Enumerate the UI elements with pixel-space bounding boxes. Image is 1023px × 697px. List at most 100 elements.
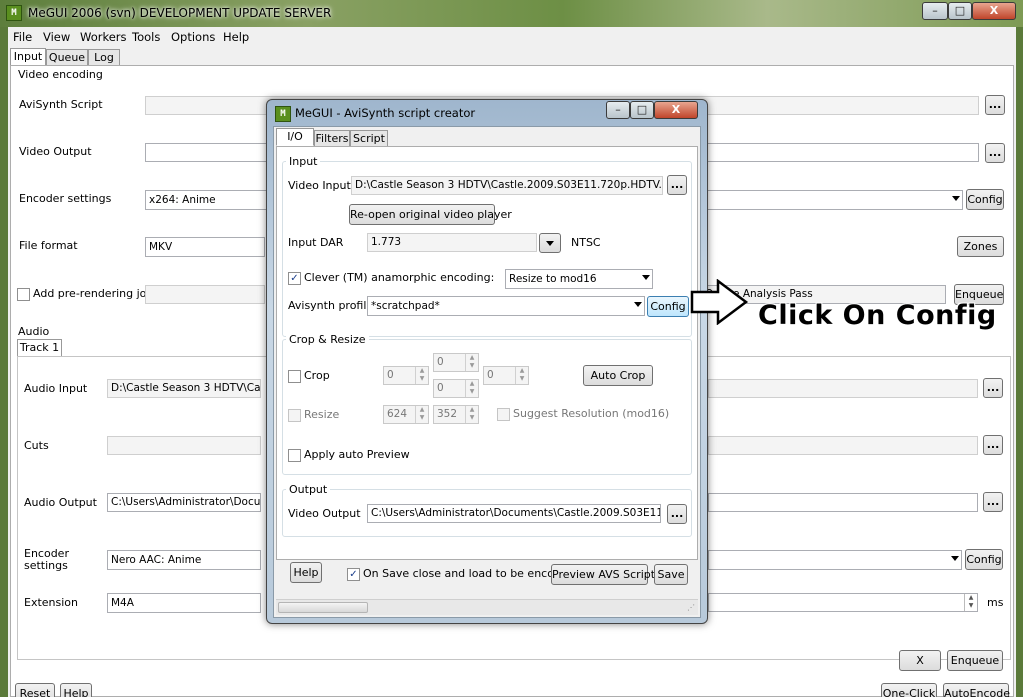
main-title-bar: M MeGUI 2006 (svn) DEVELOPMENT UPDATE SE… [0,0,1023,27]
apply-auto-preview-label: Apply auto Preview [304,448,410,461]
reopen-video-player-button[interactable]: Re-open original video player [349,204,512,225]
audio-input-browse-button[interactable]: ... [983,378,1003,398]
audio-input-field[interactable]: D:\Castle Season 3 HDTV\Castle.200 [107,379,261,398]
minimize-button[interactable]: – [922,2,948,20]
spin-arrows-icon[interactable]: ▲ ▼ [964,594,977,611]
menu-help[interactable]: Help [223,30,249,44]
audio-input-field-right[interactable] [708,379,978,398]
dialog-video-input-label: Video Input [288,179,351,192]
dialog-client: I/O Filters Script Input Video Input D:\… [273,126,701,618]
preview-avs-script-button[interactable]: Preview AVS Script [551,564,655,585]
input-dar-field[interactable]: 1.773 [367,233,537,252]
horizontal-scrollbar-thumb[interactable] [278,602,368,613]
chevron-down-icon [642,275,650,280]
menu-options[interactable]: Options [171,30,215,44]
maximize-button[interactable]: □ [948,2,972,20]
resize-grip-icon[interactable]: ⋰ [687,603,695,612]
video-output-browse-button[interactable]: ... [985,143,1005,163]
tab-input[interactable]: Input [10,48,46,66]
add-prerendering-checkbox[interactable] [17,288,30,301]
crop-right-spinner[interactable]: 0 ▲ ▼ [483,366,529,385]
crop-checkbox[interactable] [288,370,301,383]
spin-arrows-icon[interactable]: ▲ ▼ [415,406,428,423]
crop-resize-group-label: Crop & Resize [286,333,369,346]
clever-anamorphic-checkbox[interactable]: ✓ [288,272,301,285]
input-group-label: Input [286,155,321,168]
resize-height-spinner[interactable]: 352 ▲ ▼ [433,405,479,424]
cuts-field-right[interactable] [708,436,978,455]
dialog-tab-io[interactable]: I/O [276,128,314,146]
menu-tools[interactable]: Tools [132,30,160,44]
auto-crop-button[interactable]: Auto Crop [583,365,653,386]
one-click-button[interactable]: One-Click [881,683,937,697]
avisynth-profile-label: Avisynth profile [288,299,374,312]
menu-bar: File View Workers Tools Options Help [8,27,1016,46]
audio-input-label: Audio Input [24,382,88,395]
dialog-video-input-browse-button[interactable]: ... [667,175,687,195]
audio-remove-button[interactable]: X [899,650,941,671]
reset-button[interactable]: Reset [15,683,55,697]
audio-config-button[interactable]: Config [965,549,1003,570]
spin-arrows-icon[interactable]: ▲ ▼ [465,406,478,423]
audio-heading: Audio [18,325,50,338]
dialog-minimize-button[interactable]: – [606,101,630,119]
audio-encoder-settings-dropdown[interactable]: Nero AAC: Anime [107,550,261,570]
audio-output-field-right[interactable] [708,493,978,512]
input-dar-dropdown-button[interactable] [539,233,561,253]
resize-height-value: 352 [437,408,458,420]
audio-output-field[interactable]: C:\Users\Administrator\Documents\ [107,493,261,512]
audio-encoder-settings-value: Nero AAC: Anime [111,554,202,566]
menu-view[interactable]: View [43,30,70,44]
file-format-dropdown[interactable]: MKV [145,237,265,257]
spin-arrows-icon[interactable]: ▲ ▼ [465,354,478,371]
dialog-help-button[interactable]: Help [290,562,322,583]
crop-top-spinner[interactable]: 0 ▲ ▼ [433,353,479,372]
dialog-io-panel: Input Video Input D:\Castle Season 3 HDT… [276,146,698,560]
audio-encoder-settings-dropdown-right[interactable] [708,550,962,570]
on-save-close-checkbox[interactable]: ✓ [347,568,360,581]
chevron-down-icon [546,241,554,246]
video-encoder-settings-value: x264: Anime [149,194,216,206]
apply-auto-preview-checkbox[interactable] [288,449,301,462]
delay-field[interactable]: ▲ ▼ [708,593,978,612]
dialog-maximize-button[interactable]: □ [630,101,654,119]
cuts-browse-button[interactable]: ... [983,435,1003,455]
avisynth-profile-config-button[interactable]: Config [647,296,689,317]
audio-output-browse-button[interactable]: ... [983,492,1003,512]
dialog-close-button[interactable]: X [654,101,698,119]
crop-bottom-spinner[interactable]: 0 ▲ ▼ [433,379,479,398]
resize-width-spinner[interactable]: 624 ▲ ▼ [383,405,429,424]
help-button[interactable]: Help [60,683,92,697]
dialog-video-output-field[interactable]: C:\Users\Administrator\Documents\Castle.… [367,504,661,523]
spin-arrows-icon[interactable]: ▲ ▼ [515,367,528,384]
tab-track-1[interactable]: Track 1 [17,339,62,357]
prerendering-field[interactable] [145,285,265,304]
video-config-button[interactable]: Config [966,189,1004,210]
resize-width-value: 624 [387,408,408,420]
avisynth-profile-dropdown[interactable]: *scratchpad* [367,296,645,316]
menu-workers[interactable]: Workers [80,30,127,44]
audio-enqueue-button[interactable]: Enqueue [947,650,1003,671]
dialog-save-button[interactable]: Save [654,564,688,585]
suggest-resolution-checkbox[interactable] [497,408,510,421]
dialog-video-input-field[interactable]: D:\Castle Season 3 HDTV\Castle.2009.S03E… [351,176,663,195]
dialog-video-output-browse-button[interactable]: ... [667,504,687,524]
chevron-down-icon [634,302,642,307]
annotation-arrow-icon [690,279,750,325]
menu-file[interactable]: File [13,30,32,44]
resize-mod-value: Resize to mod16 [509,273,597,285]
spin-arrows-icon[interactable]: ▲ ▼ [415,367,428,384]
video-encoding-heading: Video encoding [18,68,103,81]
close-button[interactable]: X [972,2,1016,20]
avisynth-browse-button[interactable]: ... [985,95,1005,115]
extension-dropdown[interactable]: M4A [107,593,261,613]
crop-left-spinner[interactable]: 0 ▲ ▼ [383,366,429,385]
spin-arrows-icon[interactable]: ▲ ▼ [465,380,478,397]
encoder-settings-label: Encoder settings [19,192,112,205]
cuts-field[interactable] [107,436,261,455]
zones-button[interactable]: Zones [957,236,1004,257]
resize-checkbox[interactable] [288,409,301,422]
dialog-video-input-value: D:\Castle Season 3 HDTV\Castle.2009.S03E… [355,179,662,191]
auto-encode-button[interactable]: AutoEncode [943,683,1010,697]
resize-mod-dropdown[interactable]: Resize to mod16 [505,269,653,289]
